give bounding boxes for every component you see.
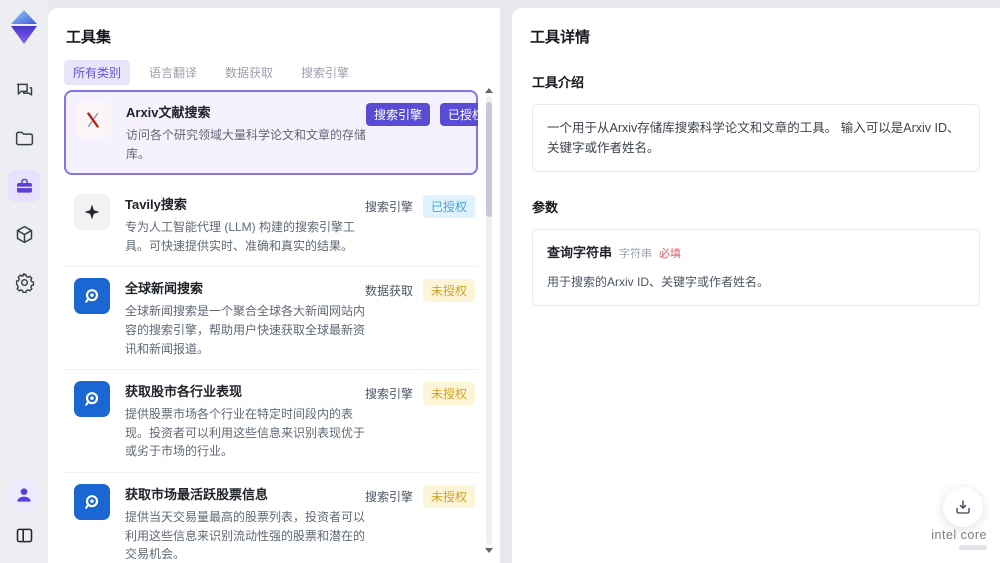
- gear-icon[interactable]: [8, 266, 40, 298]
- scroll-down-arrow-icon[interactable]: [485, 548, 493, 553]
- tool-card-tavily[interactable]: Tavily搜索 专为人工智能代理 (LLM) 构建的搜索引擎工具。可快速提供实…: [64, 183, 478, 268]
- category-label: 搜索引擎: [365, 200, 414, 215]
- download-icon: [956, 500, 970, 514]
- blue-api-logo-icon: [74, 381, 110, 418]
- intel-core-logo: intel core: [931, 528, 987, 550]
- tool-name: 获取市场最活跃股票信息: [125, 486, 269, 502]
- folder-icon[interactable]: [8, 122, 40, 154]
- scrollbar-thumb[interactable]: [486, 102, 492, 217]
- param-name: 查询字符串: [547, 245, 613, 260]
- parameter-item: 查询字符串 字符串 必填 用于搜索的Arxiv ID、关键字或作者姓名。: [532, 229, 980, 306]
- tab-all-categories[interactable]: 所有类别: [64, 60, 131, 85]
- tool-card-global-news[interactable]: 全球新闻搜索 全球新闻搜索是一个聚合全球各大新闻网站内容的搜索引擎，帮助用户快速…: [64, 267, 478, 371]
- tab-search-engine[interactable]: 搜索引擎: [292, 60, 358, 85]
- tool-card-active-stocks[interactable]: 获取市场最活跃股票信息 提供当天交易量最高的股票列表，投资者可以利用这些信息来识…: [64, 472, 478, 563]
- tools-list: Arxiv文献搜索 访问各个研究领域大量科学论文和文章的存储库。 搜索引擎 已授…: [64, 90, 478, 563]
- category-label: 搜索引擎: [365, 489, 414, 504]
- tool-name: 全球新闻搜索: [125, 281, 204, 297]
- tool-description: 专为人工智能代理 (LLM) 构建的搜索引擎工具。可快速提供实时、准确和真实的结…: [125, 220, 356, 253]
- blue-api-logo-icon: [74, 483, 110, 520]
- auth-status-badge: 未授权: [423, 382, 476, 406]
- category-badge: 搜索引擎: [366, 103, 431, 126]
- scroll-up-arrow-icon[interactable]: [485, 88, 493, 93]
- details-title: 工具详情: [530, 29, 591, 46]
- param-required-flag: 必填: [659, 248, 682, 260]
- tab-data-acquisition[interactable]: 数据获取: [216, 60, 282, 85]
- tool-name: Arxiv文献搜索: [126, 105, 211, 120]
- app-logo[interactable]: [7, 8, 41, 46]
- chat-icon[interactable]: [8, 74, 40, 106]
- list-scrollbar[interactable]: [485, 88, 493, 553]
- page-title: 工具集: [66, 29, 112, 46]
- cube-icon[interactable]: [8, 218, 40, 250]
- brand-underline-bar: [959, 545, 987, 550]
- tool-intro-text: 一个用于从Arxiv存储库搜索科学论文和文章的工具。 输入可以是Arxiv ID…: [532, 104, 980, 172]
- user-icon[interactable]: [8, 479, 40, 511]
- tool-name: 获取股市各行业表现: [125, 384, 243, 400]
- tool-description: 访问各个研究领域大量科学论文和文章的存储库。: [126, 128, 367, 161]
- intro-heading: 工具介绍: [532, 75, 585, 90]
- sparkle-star-icon: [74, 194, 110, 231]
- tab-language-translation[interactable]: 语言翻译: [140, 60, 206, 85]
- params-heading: 参数: [532, 200, 559, 215]
- tool-description: 提供当天交易量最高的股票列表，投资者可以利用这些信息来识别流动性强的股票和潜在的…: [125, 509, 366, 562]
- category-tabs: 所有类别 语言翻译 数据获取 搜索引擎: [64, 60, 500, 85]
- category-label: 数据获取: [365, 284, 414, 299]
- param-description: 用于搜索的Arxiv ID、关键字或作者姓名。: [547, 274, 770, 289]
- layout-icon[interactable]: [8, 519, 40, 551]
- tool-description: 全球新闻搜索是一个聚合全球各大新闻网站内容的搜索引擎，帮助用户快速获取全球最新资…: [125, 304, 366, 356]
- param-type: 字符串: [619, 248, 653, 260]
- app-rail: [0, 0, 48, 563]
- intel-core-text: intel core: [931, 528, 987, 542]
- auth-status-badge: 已授权: [423, 195, 476, 219]
- tools-list-panel: 工具集 所有类别 语言翻译 数据获取 搜索引擎 Arxiv文献搜索 访问各个研究…: [48, 8, 500, 563]
- tool-details-panel: 工具详情 工具介绍 一个用于从Arxiv存储库搜索科学论文和文章的工具。 输入可…: [512, 8, 1000, 563]
- tool-name: Tavily搜索: [125, 197, 187, 213]
- auth-status-badge: 未授权: [423, 484, 476, 508]
- tool-card-sector-performance[interactable]: 获取股市各行业表现 提供股票市场各个行业在特定时间段内的表现。投资者可以利用这些…: [64, 370, 478, 473]
- tool-card-arxiv[interactable]: Arxiv文献搜索 访问各个研究领域大量科学论文和文章的存储库。 搜索引擎 已授…: [64, 90, 478, 176]
- download-button[interactable]: [943, 487, 983, 527]
- toolbox-icon[interactable]: [8, 170, 40, 202]
- auth-status-badge: 未授权: [423, 279, 476, 303]
- blue-api-logo-icon: [74, 278, 110, 315]
- arxiv-logo-icon: [75, 102, 111, 138]
- category-label: 搜索引擎: [365, 387, 414, 402]
- auth-status-badge: 已授权: [440, 103, 478, 126]
- tool-description: 提供股票市场各个行业在特定时间段内的表现。投资者可以利用这些信息来识别表现优于或…: [125, 407, 366, 459]
